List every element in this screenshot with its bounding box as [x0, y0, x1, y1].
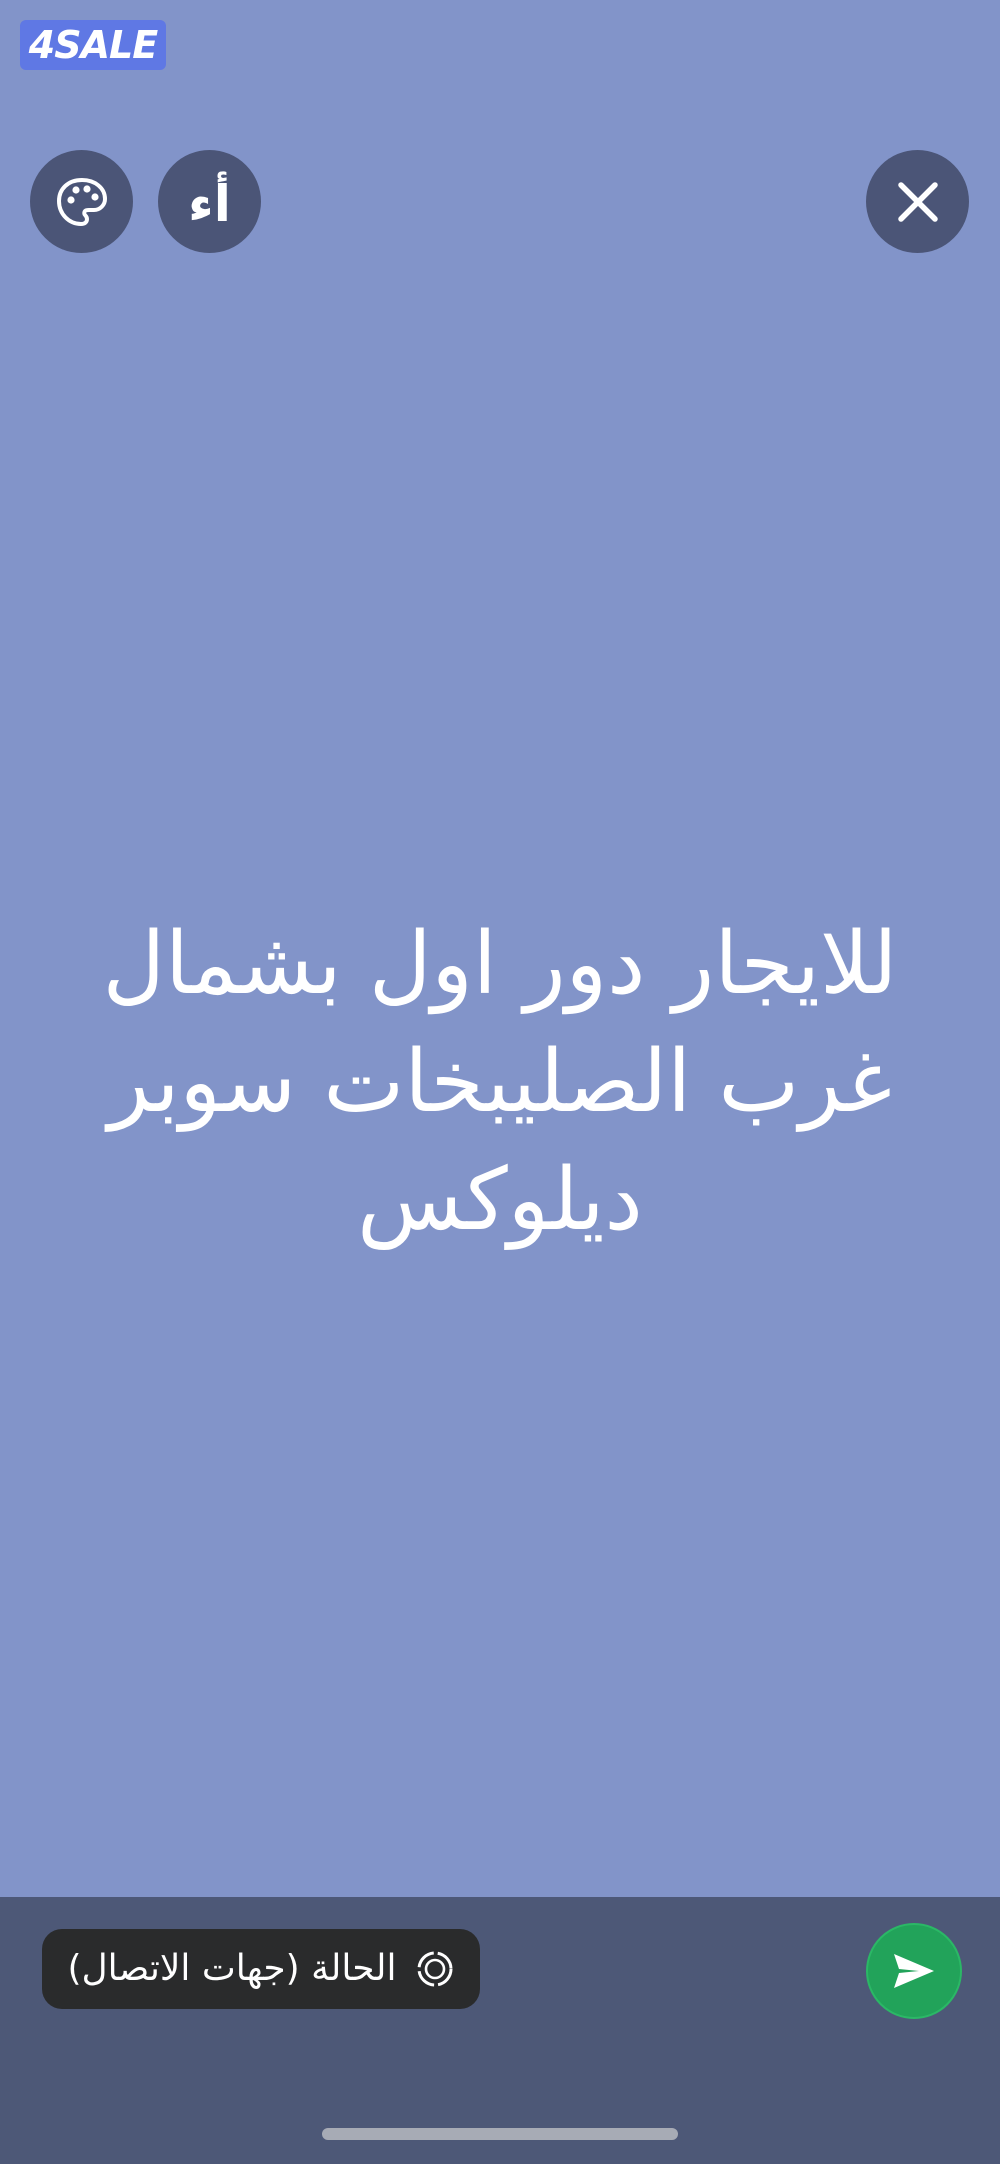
color-palette-button[interactable]	[30, 150, 133, 253]
home-indicator[interactable]	[322, 2128, 678, 2140]
close-button[interactable]	[866, 150, 969, 253]
status-ring-icon	[415, 1949, 455, 1989]
status-composer-screen: 4SALE أء للايجار دور اول بشمال غرب الصلي…	[0, 0, 1000, 2164]
status-audience-label: الحالة (جهات الاتصال)	[67, 1948, 397, 1989]
status-audience-button[interactable]: الحالة (جهات الاتصال)	[42, 1929, 480, 2009]
close-icon	[897, 181, 938, 222]
status-text[interactable]: للايجار دور اول بشمال غرب الصليبخات سوبر…	[60, 905, 940, 1259]
font-style-label: أء	[188, 174, 231, 233]
send-icon	[894, 1954, 934, 1988]
watermark-logo: 4SALE	[20, 20, 166, 70]
palette-icon	[56, 177, 107, 226]
font-style-button[interactable]: أء	[158, 150, 261, 253]
send-button[interactable]	[866, 1923, 962, 2019]
